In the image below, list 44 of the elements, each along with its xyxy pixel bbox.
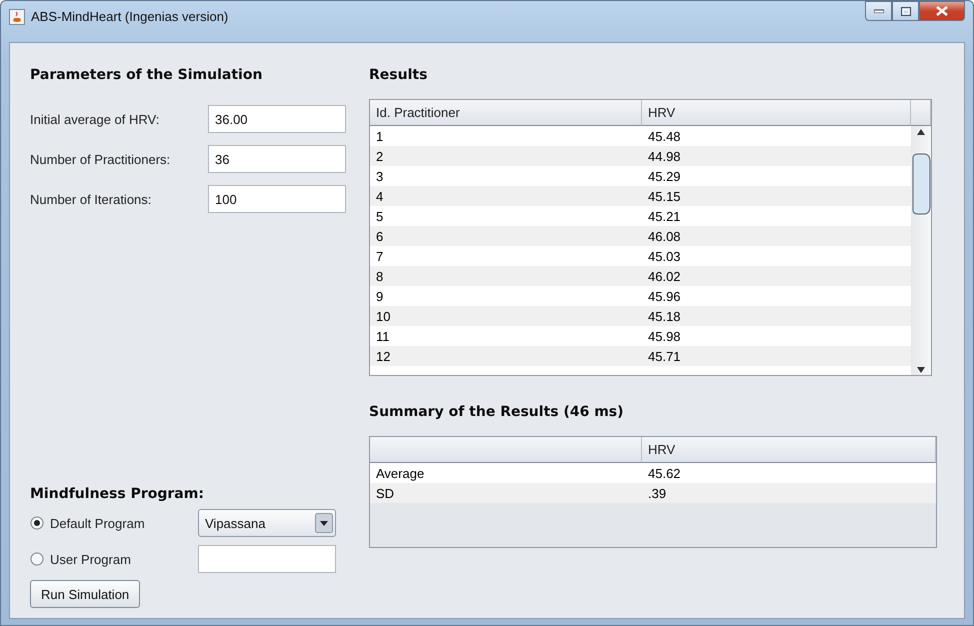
minimize-icon — [874, 9, 884, 13]
maximize-icon — [900, 6, 910, 16]
dropdown[interactable]: Vipassana — [198, 509, 336, 537]
table-cell: 4 — [370, 186, 642, 206]
window-title: ABS-MindHeart (Ingenias version) — [31, 9, 228, 24]
table-cell: 12 — [370, 346, 642, 366]
table-cell: 44.98 — [642, 146, 911, 166]
section-heading: Summary of the Results (46 ms) — [369, 404, 625, 420]
table-cell: 46.02 — [642, 266, 911, 286]
table-cell: Average — [370, 463, 642, 483]
header-corner — [911, 100, 931, 126]
column-header[interactable]: Id. Practitioner — [370, 100, 642, 126]
input-field[interactable]: 36.00 — [208, 105, 346, 133]
column-header[interactable]: HRV — [642, 437, 936, 463]
minimize-button[interactable] — [865, 1, 892, 21]
run-button[interactable]: Run Simulation — [30, 580, 140, 608]
radio-button[interactable]: Default Program — [30, 516, 198, 530]
close-button[interactable] — [919, 1, 965, 21]
table-cell: 10 — [370, 306, 642, 326]
input-field[interactable]: 100 — [208, 185, 346, 213]
table-cell: 46.08 — [642, 226, 911, 246]
table-cell: 45.15 — [642, 186, 911, 206]
app-icon — [9, 9, 25, 25]
table-cell: 45.18 — [642, 306, 911, 326]
table-cell: .39 — [642, 483, 936, 503]
table-cell: SD — [370, 483, 642, 503]
column-header[interactable]: HRV — [642, 100, 911, 126]
table-cell: 6 — [370, 226, 642, 246]
radio-button[interactable]: User Program — [30, 552, 198, 566]
field-label: Number of Practitioners: — [30, 152, 172, 166]
input-field[interactable] — [198, 545, 336, 573]
field-label: Number of Iterations: — [30, 192, 152, 206]
maximize-button[interactable] — [892, 1, 919, 21]
section-heading: Parameters of the Simulation — [30, 67, 264, 83]
section-heading: Mindfulness Program: — [30, 486, 205, 502]
section-heading: Results — [369, 67, 428, 83]
table-cell: 8 — [370, 266, 642, 286]
close-icon — [936, 6, 948, 16]
field-label: Initial average of HRV: — [30, 112, 160, 126]
scrollbar[interactable] — [911, 126, 931, 375]
input-field[interactable]: 36 — [208, 145, 346, 173]
table-cell: 45.71 — [642, 346, 911, 366]
table-cell: 2 — [370, 146, 642, 166]
table-cell: 45.62 — [642, 463, 936, 483]
